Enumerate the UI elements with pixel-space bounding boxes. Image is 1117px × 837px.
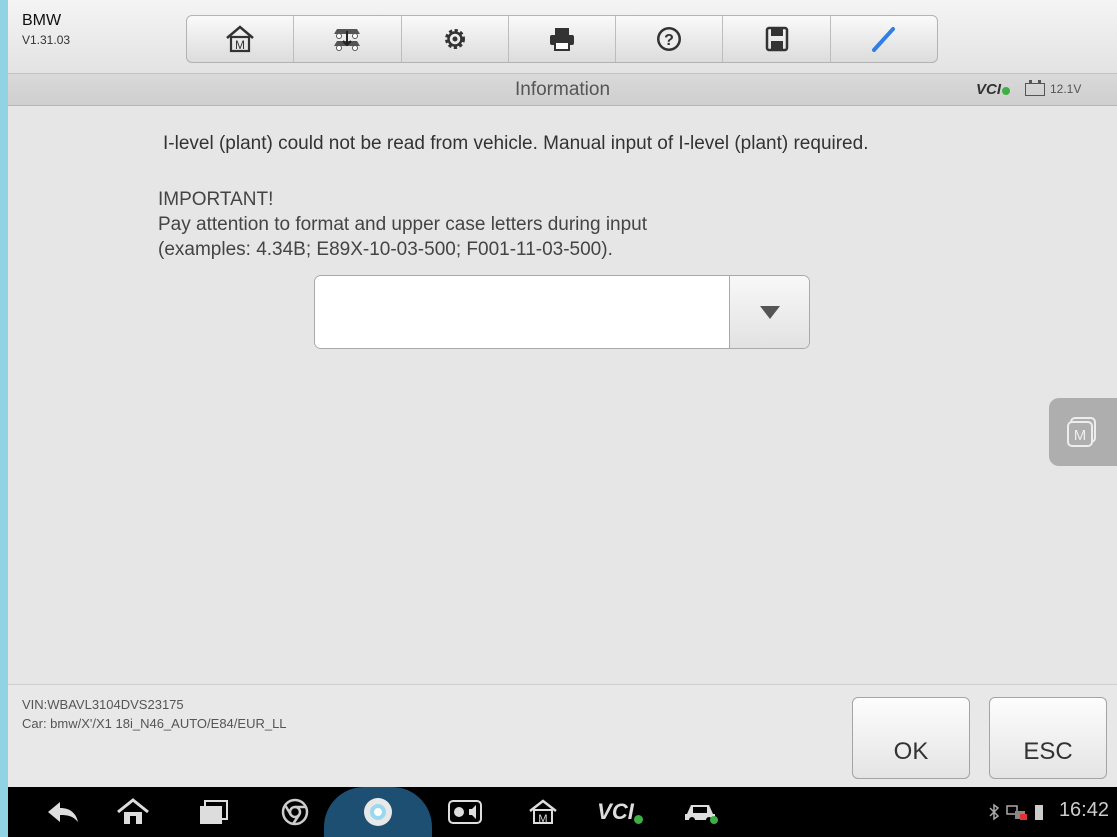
svg-text:M: M [235,38,245,52]
ok-button[interactable]: OK [852,697,970,779]
nav-home-button[interactable] [108,787,158,837]
vci-status: VCI [976,81,1011,98]
edit-button[interactable] [831,16,937,62]
vin-text: VIN:WBAVL3104DVS23175 [22,697,184,712]
chrome-icon [281,798,309,826]
battery-icon [1025,79,1045,96]
ilevel-combobox [314,275,810,349]
svg-text:M: M [538,813,547,825]
brand-name: BMW [22,12,62,29]
info-message: I-level (plant) could not be read from v… [163,133,869,154]
important-line-2: (examples: 4.34B; E89X-10-03-500; F001-1… [158,239,613,260]
status-icons [988,803,1044,821]
nav-vci-connected-icon [633,814,643,824]
help-icon: ? [657,27,682,51]
footer: VIN:WBAVL3104DVS23175 Car: bmw/X'/X1 18i… [8,684,1117,787]
nav-maxisys-home-button[interactable]: M [523,787,563,837]
ilevel-input[interactable] [315,276,729,348]
main-content: I-level (plant) could not be read from v… [8,105,1117,685]
important-heading: IMPORTANT! [158,189,274,210]
nav-vci-button[interactable]: VCI [590,787,650,837]
main-toolbar: M ? [186,15,938,63]
title-bar: Information VCI 12.1V [8,73,1117,106]
important-line-1: Pay attention to format and upper case l… [158,214,648,235]
system-nav-bar: M VCI 16:42 [8,787,1117,837]
car-icon [685,805,718,824]
help-button[interactable]: ? [616,16,724,62]
vehicle-info: VIN:WBAVL3104DVS23175 Car: bmw/X'/X1 18i… [22,695,287,733]
page-title: Information [514,79,611,100]
nav-browser-button[interactable] [270,787,320,837]
maxisys-home-icon: M [529,799,557,825]
home-icon: M [226,25,254,53]
nav-back-button[interactable] [38,787,88,837]
system-clock: 16:42 [1058,799,1109,821]
svg-text:M: M [1074,427,1087,444]
brightness-volume-icon [448,800,482,824]
svg-text:?: ? [664,32,674,49]
pen-icon [871,27,895,52]
network-disconnected-icon [1006,805,1027,820]
back-arrow-icon [48,802,78,822]
nav-vci-label: VCI [597,799,634,824]
brand-block: BMW V1.31.03 [22,12,70,47]
recent-apps-icon [200,800,228,824]
battery-status: 12.1V [1025,79,1082,96]
vci-label: VCI [976,81,1002,98]
esc-button[interactable]: ESC [989,697,1107,779]
vehicle-swap-icon [334,29,361,51]
bluetooth-icon [989,803,1000,821]
top-bar: BMW V1.31.03 M ? [8,0,1117,73]
save-icon [765,26,788,52]
android-home-icon [117,798,149,824]
nav-recent-apps-button[interactable] [188,787,238,837]
floating-menu-button[interactable]: M [1049,398,1117,466]
battery-status-icon [1035,805,1043,820]
floating-m-icon: M [1067,417,1096,447]
vehicle-swap-button[interactable] [294,16,402,62]
settings-button[interactable] [402,16,509,62]
nav-vehicle-button[interactable] [676,787,726,837]
car-text: Car: bmw/X'/X1 18i_N46_AUTO/E84/EUR_LL [22,716,287,731]
important-note: IMPORTANT! Pay attention to format and u… [158,187,647,262]
printer-icon [549,28,574,51]
vci-connected-icon [1002,87,1011,95]
gear-icon [444,29,465,49]
ilevel-dropdown-button[interactable] [729,276,809,348]
app-window: BMW V1.31.03 M ? Information VCI 12.1V I… [8,0,1117,787]
battery-voltage: 12.1V [1050,82,1082,96]
nav-display-settings-button[interactable] [440,787,490,837]
dropdown-arrow-icon [759,305,780,319]
print-button[interactable] [509,16,617,62]
camera-icon [364,798,392,826]
home-button[interactable]: M [187,16,295,62]
nav-camera-button[interactable] [324,787,432,837]
save-button[interactable] [723,16,831,62]
app-version: V1.31.03 [22,33,71,47]
